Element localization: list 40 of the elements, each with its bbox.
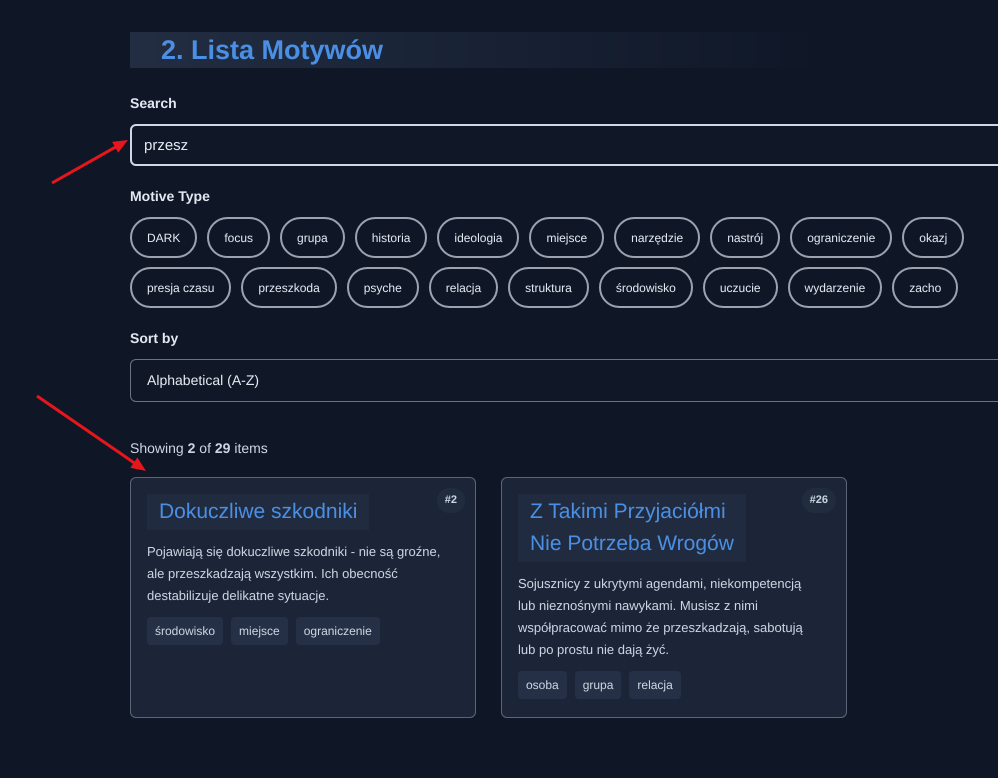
sort-select[interactable]: Alphabetical (A-Z) xyxy=(130,359,998,402)
motive-type-chip[interactable]: okazj xyxy=(902,217,964,258)
motive-type-chip[interactable]: relacja xyxy=(428,267,498,308)
motive-description: Sojusznicy z ukrytymi agendami, niekompetencją lub nieznośnymi nawykami. Musisz z nimi współpracować mimo że przeszkadzają, sabotują lub po prostu nie dają żyć. xyxy=(518,575,804,659)
sort-label: Sort by xyxy=(130,329,178,348)
motive-tag: miejsce xyxy=(231,617,288,645)
motive-type-chip[interactable]: DARK xyxy=(130,217,198,258)
motive-type-chip[interactable]: psyche xyxy=(346,267,419,308)
motive-type-chip[interactable]: historia xyxy=(354,217,428,258)
motive-type-chip[interactable]: grupa xyxy=(280,217,345,258)
motive-type-chip[interactable]: ograniczenie xyxy=(790,217,892,258)
motive-type-label: Motive Type xyxy=(130,187,210,206)
motive-title: Z Takimi Przyjaciółmi Nie Potrzeba Wrogów xyxy=(518,494,746,562)
results-count: Showing 2 of 29 items xyxy=(130,439,268,458)
motive-type-chip[interactable]: nastrój xyxy=(710,217,780,258)
motive-tag: ograniczenie xyxy=(296,617,380,645)
motive-type-chip[interactable]: środowisko xyxy=(598,267,693,308)
motive-tag: grupa xyxy=(574,671,622,699)
motive-type-chip[interactable]: focus xyxy=(207,217,270,258)
motive-tag: relacja xyxy=(629,671,681,699)
motive-tag: środowisko xyxy=(147,617,224,645)
motive-type-chip[interactable]: struktura xyxy=(508,267,589,308)
section-title: 2. Lista Motywów xyxy=(161,36,384,64)
motive-number-badge: #26 xyxy=(802,488,836,512)
motive-type-chip[interactable]: wydarzenie xyxy=(788,267,882,308)
motive-tag: osoba xyxy=(518,671,567,699)
motive-title: Dokuczliwe szkodniki xyxy=(147,494,370,530)
search-label: Search xyxy=(130,94,177,113)
motive-card[interactable] xyxy=(501,477,847,718)
motive-number-badge: #2 xyxy=(436,488,465,512)
motive-description: Pojawiają się dokuczliwe szkodniki - nie są groźne, ale przeszkadzają wszystkim. Ich obecność destabilizuje delikatne sytuacje. xyxy=(147,543,442,605)
motive-type-chip[interactable]: ideologia xyxy=(437,217,520,258)
search-field[interactable]: przesz xyxy=(130,124,998,166)
motive-type-chip[interactable]: uczucie xyxy=(702,267,778,308)
motive-type-chip[interactable]: narzędzie xyxy=(614,217,700,258)
motive-card[interactable]: #2 Dokuczliwe szkodniki Pojawiają się dokuczliwe szkodniki - nie są groźne, ale przeszkadzają wszystkim. Ich obecność destabilizuje delikatne sytuacje. środowisko miejsce ograniczenie xyxy=(130,477,476,718)
motive-type-chip[interactable]: miejsce xyxy=(529,217,604,258)
motive-type-chip[interactable]: presja czasu xyxy=(130,267,232,308)
motive-type-chip[interactable]: zacho xyxy=(892,267,958,308)
motive-type-chip[interactable]: przeszkoda xyxy=(241,267,337,308)
